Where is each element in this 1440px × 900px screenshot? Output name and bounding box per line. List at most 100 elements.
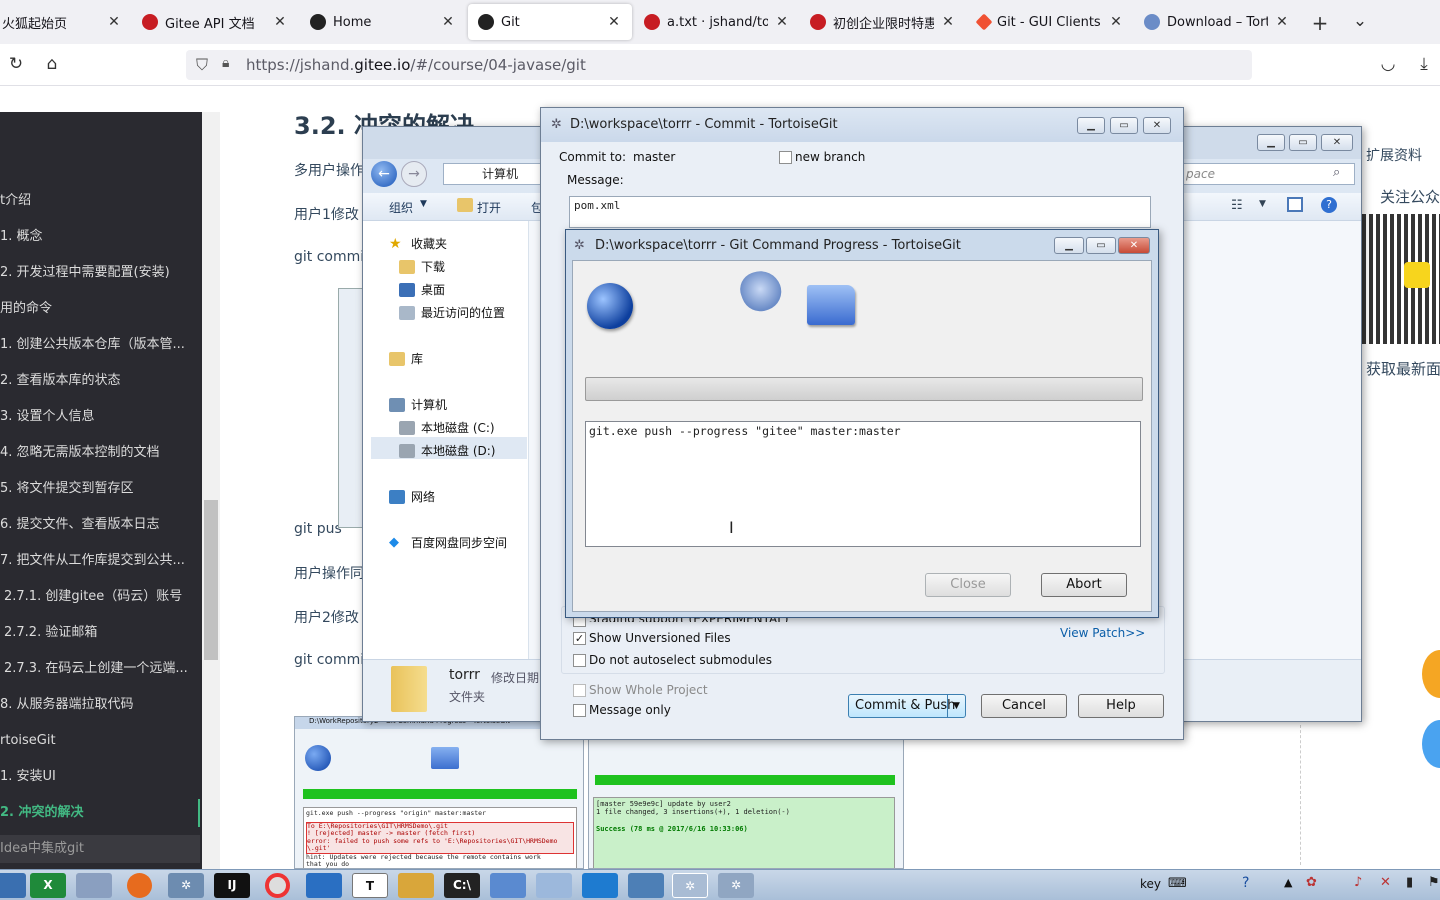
- tab-gitee-api[interactable]: Gitee API 文档 ✕: [132, 4, 298, 40]
- tree-item[interactable]: ★ 收藏夹: [389, 235, 447, 252]
- typora-icon[interactable]: T: [352, 873, 388, 898]
- search-input[interactable]: pace: [1181, 163, 1355, 185]
- chevron-down-icon[interactable]: ▼: [1259, 199, 1266, 209]
- float-chat-button[interactable]: [1422, 650, 1440, 698]
- tab-git[interactable]: Git ✕: [468, 4, 632, 40]
- message-only-checkbox[interactable]: [573, 704, 586, 717]
- volume-icon[interactable]: ♪: [1354, 875, 1362, 890]
- tree-item[interactable]: 库: [389, 350, 423, 367]
- close-icon[interactable]: ✕: [1108, 14, 1124, 30]
- tab-firefox-home[interactable]: 火狐起始页 ✕: [0, 4, 132, 40]
- sidebar-item[interactable]: 5. 将文件提交到暂存区: [0, 475, 200, 503]
- scrollbar-thumb[interactable]: [204, 500, 218, 660]
- show-whole-project-checkbox[interactable]: [573, 684, 586, 697]
- tab-home[interactable]: Home ✕: [300, 4, 466, 40]
- new-tab-icon[interactable]: +: [1308, 11, 1332, 35]
- minimize-button[interactable]: ▁: [1054, 237, 1084, 254]
- tree-item[interactable]: 桌面: [399, 281, 445, 298]
- lock-icon[interactable]: 🔒︎: [222, 55, 229, 71]
- cmd-icon[interactable]: C:\: [444, 873, 480, 898]
- close-button[interactable]: ✕: [1321, 134, 1353, 151]
- vm-icon[interactable]: [628, 873, 664, 898]
- sidebar-item[interactable]: 1. 创建公共版本仓库（版本管...: [0, 331, 200, 359]
- maximize-button[interactable]: ▭: [1086, 237, 1116, 254]
- view-options-icon[interactable]: ☷: [1231, 198, 1243, 213]
- sidebar-item-active[interactable]: 2. 冲突的解决: [0, 799, 200, 827]
- close-icon[interactable]: ✕: [106, 14, 122, 30]
- sidebar-item[interactable]: 用的命令: [0, 295, 200, 323]
- sidebar-item[interactable]: 4. 忽略无需版本控制的文档: [0, 439, 200, 467]
- shield-icon[interactable]: ⛉: [196, 55, 208, 75]
- back-icon[interactable]: ←: [371, 161, 397, 187]
- sidebar-item[interactable]: 2. 查看版本库的状态: [0, 367, 200, 395]
- ime-icon[interactable]: ⌨: [1168, 876, 1187, 891]
- tab-startup-offer[interactable]: 初创企业限时特惠， ✕: [800, 4, 966, 40]
- no-autoselect-checkbox[interactable]: [573, 654, 586, 667]
- network-tray-icon[interactable]: ✕: [1380, 875, 1391, 890]
- view-patch-link[interactable]: View Patch>>: [1060, 626, 1145, 640]
- downloads-icon[interactable]: ⤓: [1412, 54, 1436, 74]
- open-button[interactable]: 打开: [477, 199, 501, 216]
- close-icon[interactable]: ✕: [774, 14, 790, 30]
- tree-item[interactable]: 最近访问的位置: [399, 304, 505, 321]
- tree-item[interactable]: 本地磁盘 (C:): [399, 419, 495, 436]
- sidebar-item[interactable]: 7. 把文件从工作库提交到公共...: [0, 547, 200, 575]
- pocket-icon[interactable]: ◡: [1376, 54, 1400, 74]
- tree-item[interactable]: 下载: [399, 258, 445, 275]
- close-button[interactable]: Close: [925, 573, 1011, 597]
- ftp-icon[interactable]: [398, 873, 434, 898]
- minimize-button[interactable]: ▁: [1077, 117, 1105, 134]
- organize-menu[interactable]: 组织: [389, 199, 413, 216]
- abort-button[interactable]: Abort: [1041, 573, 1127, 597]
- tree-item[interactable]: 计算机: [389, 396, 447, 413]
- settings-icon[interactable]: ✲: [168, 873, 204, 898]
- help-icon[interactable]: ?: [1321, 197, 1337, 213]
- home-icon[interactable]: ⌂: [40, 54, 64, 74]
- cancel-button[interactable]: Cancel: [981, 694, 1067, 718]
- feishu-icon[interactable]: [490, 873, 526, 898]
- chevron-down-icon[interactable]: ⌄: [1348, 11, 1372, 31]
- tray-expand-icon[interactable]: ▲: [1284, 876, 1292, 889]
- chevron-down-icon[interactable]: ▼: [947, 695, 965, 717]
- sidebar-item[interactable]: 1. 安装UI: [0, 763, 200, 791]
- forward-icon[interactable]: →: [401, 161, 427, 187]
- message-input[interactable]: pom.xml: [569, 196, 1151, 228]
- maximize-button[interactable]: ▭: [1289, 134, 1317, 151]
- excel-icon[interactable]: X: [30, 873, 66, 898]
- new-branch-checkbox[interactable]: [779, 151, 792, 164]
- intellij-icon[interactable]: IJ: [214, 873, 250, 898]
- battery-icon[interactable]: ▮: [1406, 875, 1413, 890]
- tab-download-tortoise[interactable]: Download – Tortoi ✕: [1134, 4, 1300, 40]
- close-icon[interactable]: ✕: [1274, 14, 1290, 30]
- remote-desktop-icon[interactable]: [306, 873, 342, 898]
- git-taskbar-icon[interactable]: ✲: [718, 873, 754, 898]
- url-bar[interactable]: ⛉ 🔒︎ https://jshand. gitee.io/#/course/04…: [186, 50, 1252, 80]
- tree-item-selected[interactable]: 本地磁盘 (D:): [399, 442, 495, 459]
- sidebar-item[interactable]: 3. 设置个人信息: [0, 403, 200, 431]
- close-button[interactable]: ✕: [1118, 237, 1150, 254]
- sidebar-item[interactable]: rtoiseGit: [0, 727, 200, 755]
- flag-icon[interactable]: ⚑: [1428, 875, 1440, 890]
- close-icon[interactable]: ✕: [606, 14, 622, 30]
- sidebar-item[interactable]: 2. 开发过程中需要配置(安装): [0, 259, 200, 287]
- sidebar-item[interactable]: 6. 提交文件、查看版本日志: [0, 511, 200, 539]
- sidebar-item[interactable]: t介绍: [0, 187, 200, 215]
- chrome-icon[interactable]: [265, 873, 290, 898]
- maximize-button[interactable]: ▭: [1110, 117, 1138, 134]
- sidebar-scrollbar[interactable]: [202, 112, 220, 870]
- search-icon[interactable]: ⌕: [1333, 165, 1340, 180]
- close-icon[interactable]: ✕: [272, 14, 288, 30]
- sidebar-item[interactable]: 8. 从服务器端拉取代码: [0, 691, 200, 719]
- minimize-button[interactable]: ▁: [1257, 134, 1285, 151]
- tortoisegit-taskbar-icon[interactable]: ✲: [672, 873, 708, 898]
- sidebar-item[interactable]: 2.7.1. 创建gitee（码云）账号: [0, 583, 200, 611]
- tray-app-icon[interactable]: ✿: [1306, 875, 1317, 890]
- sidebar-item[interactable]: 1. 概念: [0, 223, 200, 251]
- paint-icon[interactable]: [76, 873, 112, 898]
- sidebar-item[interactable]: 2.7.2. 验证邮箱: [0, 619, 200, 647]
- sidebar-item[interactable]: 2.7.3. 在码云上创建一个远端...: [0, 655, 200, 683]
- float-feedback-button[interactable]: [1422, 720, 1440, 768]
- help-button[interactable]: Help: [1078, 694, 1164, 718]
- tree-item[interactable]: ◆ 百度网盘同步空间: [389, 534, 507, 551]
- help-tray-icon[interactable]: ?: [1242, 875, 1249, 891]
